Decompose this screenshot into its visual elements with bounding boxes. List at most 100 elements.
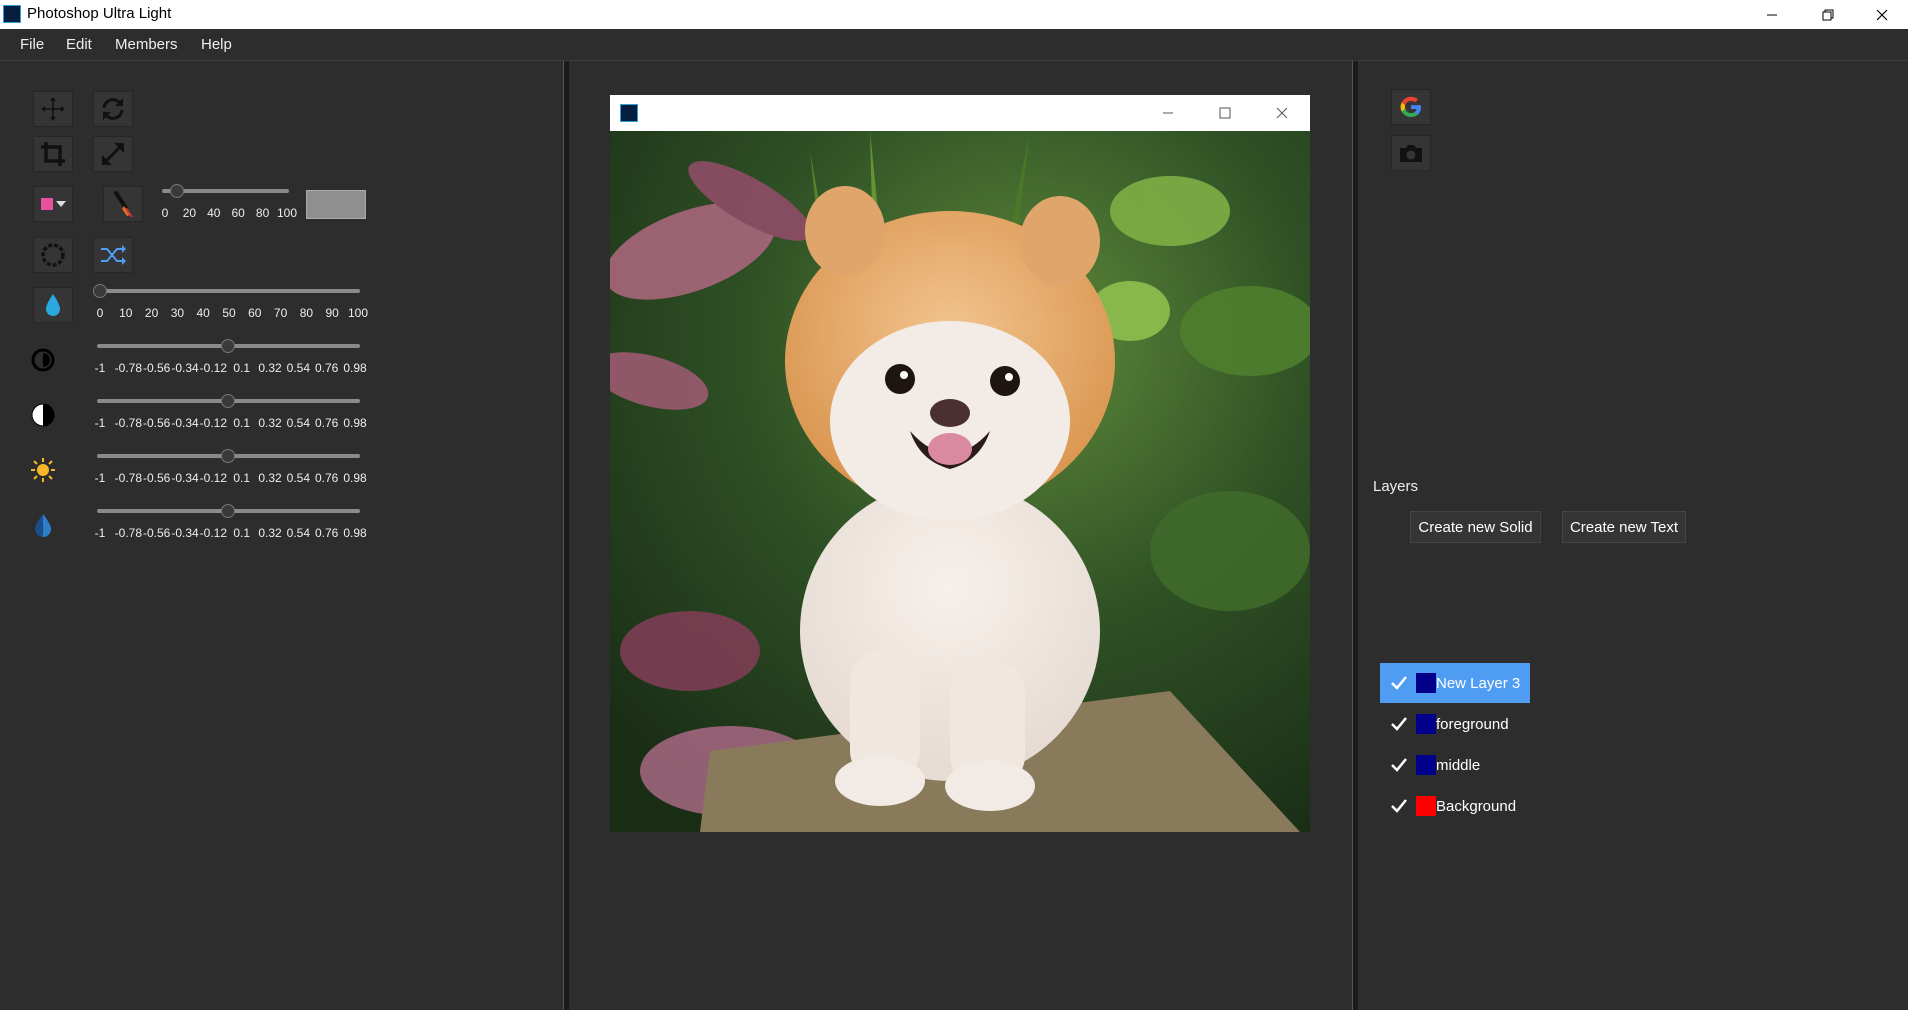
minimize-icon xyxy=(1163,112,1173,114)
contrast-tick-label: -0.78 xyxy=(114,361,143,375)
brightness-slider-knob[interactable] xyxy=(220,449,235,463)
menu-file[interactable]: File xyxy=(20,36,44,53)
brush-size-tick-label: 60 xyxy=(231,206,245,220)
drop-icon xyxy=(46,294,60,316)
opacity-tool-button[interactable] xyxy=(33,287,73,323)
contrast-tick-label: -1 xyxy=(94,361,106,375)
layer-visibility-checkbox[interactable] xyxy=(1390,715,1408,733)
opacity-track[interactable] xyxy=(99,289,360,293)
opacity-tick-label: 30 xyxy=(170,306,185,320)
layer-visibility-checkbox[interactable] xyxy=(1390,674,1408,692)
hue-tick-label: 0.54 xyxy=(286,526,311,540)
move-tool-button[interactable] xyxy=(33,91,73,127)
menu-help[interactable]: Help xyxy=(201,36,232,53)
crop-tool-button[interactable] xyxy=(33,136,73,172)
saturation-tick-label: 0.98 xyxy=(343,416,367,430)
menu-members[interactable]: Members xyxy=(115,36,178,53)
brush-tool-button[interactable] xyxy=(103,186,143,222)
image-close-button[interactable] xyxy=(1267,98,1297,128)
resize-tool-button[interactable] xyxy=(93,136,133,172)
image-maximize-button[interactable] xyxy=(1210,98,1240,128)
layer-row[interactable]: foreground xyxy=(1380,704,1530,744)
contrast-tick-label: -0.12 xyxy=(199,361,228,375)
opacity-tick-label: 60 xyxy=(248,306,262,320)
layer-row[interactable]: Background xyxy=(1380,786,1530,826)
minimize-icon xyxy=(1767,14,1777,15)
google-search-button[interactable] xyxy=(1391,89,1431,125)
opacity-tick-label: 0 xyxy=(96,306,104,320)
hue-slider-knob[interactable] xyxy=(220,504,235,518)
move-icon xyxy=(41,97,65,121)
opacity-tick-label: 20 xyxy=(144,306,159,320)
saturation-tick-label: -0.78 xyxy=(114,416,143,430)
check-icon xyxy=(1391,676,1407,690)
hue-tick-label: -1 xyxy=(94,526,106,540)
restore-button[interactable] xyxy=(1800,0,1856,29)
shuffle-tool-button[interactable] xyxy=(93,237,133,273)
contrast-slider-ticks: -1 -0.78 -0.56 -0.34 -0.12 0.1 0.32 0.54 0.76 0.9… xyxy=(95,361,367,377)
layer-visibility-checkbox[interactable] xyxy=(1390,756,1408,774)
maximize-icon xyxy=(1219,107,1231,119)
color-preview xyxy=(306,190,366,219)
contrast-slider-knob[interactable] xyxy=(220,339,235,353)
swirl-tool-button[interactable] xyxy=(33,237,73,273)
minimize-button[interactable] xyxy=(1744,0,1800,29)
saturation-tick-label: -0.56 xyxy=(142,416,171,430)
hue-tick-label: -0.34 xyxy=(171,526,199,540)
brightness-tick-label: -0.34 xyxy=(171,471,199,485)
saturation-button[interactable] xyxy=(30,402,56,433)
opacity-tick-label: 10 xyxy=(119,306,133,320)
hue-tick-label: -0.12 xyxy=(199,526,228,540)
resize-icon xyxy=(102,143,124,165)
shuffle-icon xyxy=(101,245,126,265)
brightness-tick-label: -0.56 xyxy=(142,471,171,485)
layers-title: Layers xyxy=(1373,478,1419,495)
contrast-tick-label: 0.76 xyxy=(314,361,339,375)
contrast-tick-label: 0.32 xyxy=(258,361,282,375)
camera-button[interactable] xyxy=(1391,135,1431,171)
check-icon xyxy=(1391,758,1407,772)
layer-visibility-checkbox[interactable] xyxy=(1390,797,1408,815)
hue-slider-ticks: -1 -0.78 -0.56 -0.34 -0.12 0.1 0.32 0.54 0.76 0.9… xyxy=(95,526,367,542)
layer-name: foreground xyxy=(1436,715,1509,733)
layer-name: Background xyxy=(1436,797,1517,815)
contrast-tick-label: -0.56 xyxy=(142,361,171,375)
check-icon xyxy=(1391,717,1407,731)
saturation-tick-label: 0.76 xyxy=(314,416,339,430)
layer-row[interactable]: New Layer 3 xyxy=(1380,663,1530,703)
saturation-slider-knob[interactable] xyxy=(220,394,235,408)
create-text-button[interactable]: Create new Text xyxy=(1562,511,1686,543)
opacity-tick-label: 100 xyxy=(347,306,369,320)
brush-size-tick-label: 80 xyxy=(255,206,270,220)
contrast-button[interactable] xyxy=(30,347,56,378)
menu-edit[interactable]: Edit xyxy=(66,36,92,53)
brightness-tick-label: 0.54 xyxy=(286,471,311,485)
brightness-tick-label: 0.76 xyxy=(314,471,339,485)
brush-size-tick-label: 100 xyxy=(276,206,298,220)
opacity-tick-label: 70 xyxy=(273,306,288,320)
sun-icon xyxy=(31,458,55,482)
brightness-tick-label: 0.32 xyxy=(258,471,282,485)
brightness-tick-label: 0.1 xyxy=(233,471,250,485)
image-minimize-button[interactable] xyxy=(1153,98,1183,128)
layer-row[interactable]: middle xyxy=(1380,745,1530,785)
opacity-tick-label: 50 xyxy=(222,306,236,320)
layer-color-swatch xyxy=(1416,714,1436,734)
close-button[interactable] xyxy=(1856,0,1908,29)
layer-color-swatch xyxy=(1416,673,1436,693)
create-solid-button[interactable]: Create new Solid xyxy=(1410,511,1541,543)
color-picker-button[interactable] xyxy=(33,186,73,222)
hue-button[interactable] xyxy=(32,512,54,543)
canvas-image[interactable] xyxy=(610,131,1310,832)
layer-name: middle xyxy=(1436,756,1481,774)
opacity-ticks: 0 10 20 30 40 50 60 70 80 90 100 xyxy=(96,306,368,322)
crop-icon xyxy=(41,142,65,166)
brightness-tick-label: -0.12 xyxy=(199,471,228,485)
opacity-knob[interactable] xyxy=(93,284,107,298)
brightness-tick-label: -1 xyxy=(94,471,106,485)
opacity-tick-label: 80 xyxy=(299,306,314,320)
rotate-tool-button[interactable] xyxy=(93,91,133,127)
brightness-button[interactable] xyxy=(30,457,56,488)
close-icon xyxy=(1276,107,1288,119)
saturation-slider-ticks: -1 -0.78 -0.56 -0.34 -0.12 0.1 0.32 0.54 0.76 0.9… xyxy=(95,416,367,432)
